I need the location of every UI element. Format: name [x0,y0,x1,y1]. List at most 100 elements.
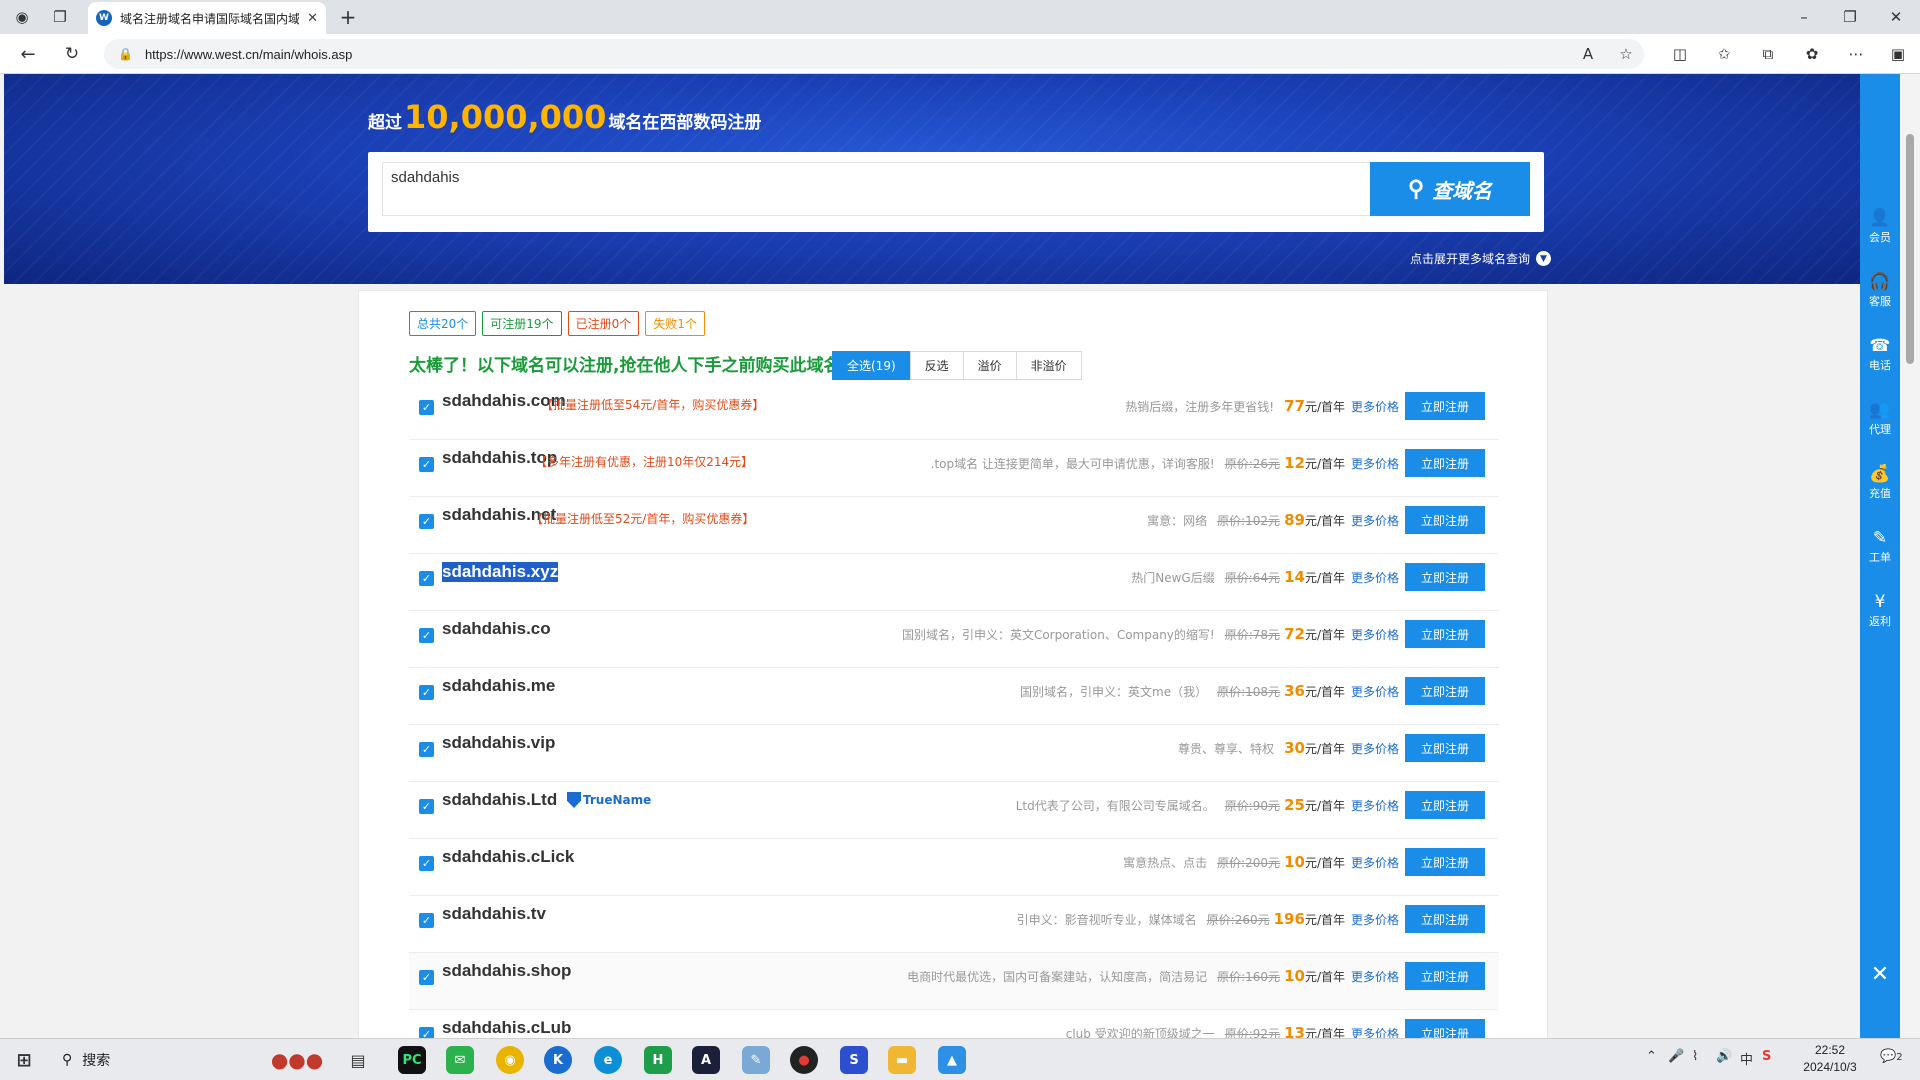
sogou-ime-icon[interactable]: S [1762,1049,1771,1064]
more-prices-link[interactable]: 更多价格 [1351,569,1399,586]
checkbox-checked-icon[interactable]: ✓ [419,970,434,985]
network-icon[interactable]: ⌇ [1692,1049,1698,1064]
register-now-button[interactable]: 立即注册 [1405,620,1485,648]
collections-icon[interactable]: ⧉ [1754,40,1782,68]
more-prices-link[interactable]: 更多价格 [1351,797,1399,814]
address-bar[interactable]: 🔒 https://www.west.cn/main/whois.asp [104,39,1644,69]
microphone-icon[interactable]: 🎤 [1668,1049,1684,1064]
checkbox-checked-icon[interactable]: ✓ [419,400,434,415]
tool-bar-item[interactable]: 👤 会员 [1860,202,1900,252]
taskbar-search[interactable]: ⚲ 搜索 [50,1041,250,1079]
stat-badge[interactable]: 可注册19个 [482,311,562,336]
scrollbar-thumb[interactable] [1906,134,1914,364]
more-prices-link[interactable]: 更多价格 [1351,911,1399,928]
chrome-app-icon[interactable]: ◉ [496,1046,524,1074]
checkbox-checked-icon[interactable]: ✓ [419,685,434,700]
record-app-icon[interactable]: ● [790,1046,818,1074]
system-clock[interactable]: 22:52 2024/10/3 [1790,1042,1870,1076]
read-aloud-icon[interactable]: A [1574,40,1602,68]
notes-app-icon[interactable]: ✎ [742,1046,770,1074]
close-toolbar-icon[interactable]: ✕ [1860,954,1900,994]
more-options-icon[interactable]: ⋯ [1842,40,1870,68]
task-view-icon[interactable]: ▤ [344,1046,372,1074]
checkbox-checked-icon[interactable]: ✓ [419,799,434,814]
windows-start-icon[interactable]: ⊞ [10,1046,38,1074]
tool-bar-item[interactable]: ✎ 工单 [1860,522,1900,572]
domain-search-input[interactable] [382,162,1372,216]
tool-bar-item[interactable]: 💰 充值 [1860,458,1900,508]
page-scrollbar[interactable] [1900,74,1920,1038]
filter-button[interactable]: 溢价 [962,351,1017,380]
register-now-button[interactable]: 立即注册 [1405,449,1485,477]
more-prices-link[interactable]: 更多价格 [1351,398,1399,415]
promo-link[interactable]: 【批量注册低至54元/首年，购买优惠券】 [541,396,764,413]
tab-actions-icon[interactable]: ❐ [46,3,74,31]
checkbox-checked-icon[interactable]: ✓ [419,856,434,871]
favorites-icon[interactable]: ✩ [1710,40,1738,68]
notification-icon[interactable]: 💬2 [1880,1049,1903,1064]
split-screen-icon[interactable]: ◫ [1666,40,1694,68]
register-now-button[interactable]: 立即注册 [1405,734,1485,762]
tool-bar-item[interactable]: 🎧 客服 [1860,266,1900,316]
stat-badge[interactable]: 失败1个 [645,311,705,336]
minimize-window-icon[interactable]: – [1790,3,1818,31]
back-icon[interactable]: ← [14,40,42,68]
checkbox-checked-icon[interactable]: ✓ [419,457,434,472]
tool-bar-item[interactable]: ☎ 电话 [1860,330,1900,380]
register-now-button[interactable]: 立即注册 [1405,1019,1485,1038]
register-now-button[interactable]: 立即注册 [1405,848,1485,876]
profile-icon[interactable]: ◉ [8,3,36,31]
reload-icon[interactable]: ↻ [58,40,86,68]
browser-tab[interactable]: W 域名注册域名申请国际域名国内域 ✕ [88,2,326,34]
k-app-icon[interactable]: K [544,1046,572,1074]
more-prices-link[interactable]: 更多价格 [1351,683,1399,700]
sidebar-toggle-icon[interactable]: ▣ [1884,40,1912,68]
more-prices-link[interactable]: 更多价格 [1351,968,1399,985]
register-now-button[interactable]: 立即注册 [1405,962,1485,990]
register-now-button[interactable]: 立即注册 [1405,677,1485,705]
checkbox-checked-icon[interactable]: ✓ [419,628,434,643]
more-prices-link[interactable]: 更多价格 [1351,626,1399,643]
checkbox-checked-icon[interactable]: ✓ [419,913,434,928]
more-prices-link[interactable]: 更多价格 [1351,740,1399,757]
checkbox-checked-icon[interactable]: ✓ [419,742,434,757]
checkbox-checked-icon[interactable]: ✓ [419,1027,434,1038]
close-tab-icon[interactable]: ✕ [307,11,318,26]
register-now-button[interactable]: 立即注册 [1405,563,1485,591]
filter-button[interactable]: 非溢价 [1015,351,1082,380]
extensions-icon[interactable]: ✿ [1798,40,1826,68]
tray-overflow-icon[interactable]: ⌃ [1646,1049,1657,1064]
s-app-icon[interactable]: S [840,1046,868,1074]
search-domain-button[interactable]: ⚲ 查域名 [1370,162,1530,216]
pycharm-app-icon[interactable]: PC [398,1046,426,1074]
lock-icon[interactable]: 🔒 [118,47,133,61]
filter-button[interactable]: 全选(19) [832,351,911,380]
spreadsheet-app-icon[interactable]: H [644,1046,672,1074]
close-window-icon[interactable]: ✕ [1882,3,1910,31]
tool-bar-item[interactable]: ¥ 返利 [1860,586,1900,636]
more-prices-link[interactable]: 更多价格 [1351,1025,1399,1039]
restore-window-icon[interactable]: ❐ [1836,3,1864,31]
more-prices-link[interactable]: 更多价格 [1351,455,1399,472]
checkbox-checked-icon[interactable]: ✓ [419,514,434,529]
more-prices-link[interactable]: 更多价格 [1351,512,1399,529]
volume-icon[interactable]: 🔊 [1716,1049,1732,1064]
promo-link[interactable]: 【批量注册低至52元/首年，购买优惠券】 [531,510,754,527]
edge-app-icon[interactable]: e [594,1046,622,1074]
stat-badge[interactable]: 已注册0个 [567,311,640,336]
more-prices-link[interactable]: 更多价格 [1351,854,1399,871]
tool-bar-item[interactable]: 👥 代理 [1860,394,1900,444]
register-now-button[interactable]: 立即注册 [1405,905,1485,933]
typora-app-icon[interactable]: A [692,1046,720,1074]
file-explorer-icon[interactable]: ▬ [888,1046,916,1074]
ime-indicator[interactable]: 中 [1740,1049,1753,1068]
wechat-app-icon[interactable]: ✉ [446,1046,474,1074]
checkbox-checked-icon[interactable]: ✓ [419,571,434,586]
new-tab-icon[interactable]: + [334,3,362,31]
image-app-icon[interactable]: ▲ [938,1046,966,1074]
promo-link[interactable]: 【多年注册有优惠，注册10年仅214元】 [535,453,753,470]
stat-badge[interactable]: 总共20个 [409,311,477,336]
register-now-button[interactable]: 立即注册 [1405,791,1485,819]
expand-more-query-link[interactable]: 点击展开更多域名查询 ▼ [1410,250,1552,267]
favorite-star-icon[interactable]: ☆ [1612,40,1640,68]
